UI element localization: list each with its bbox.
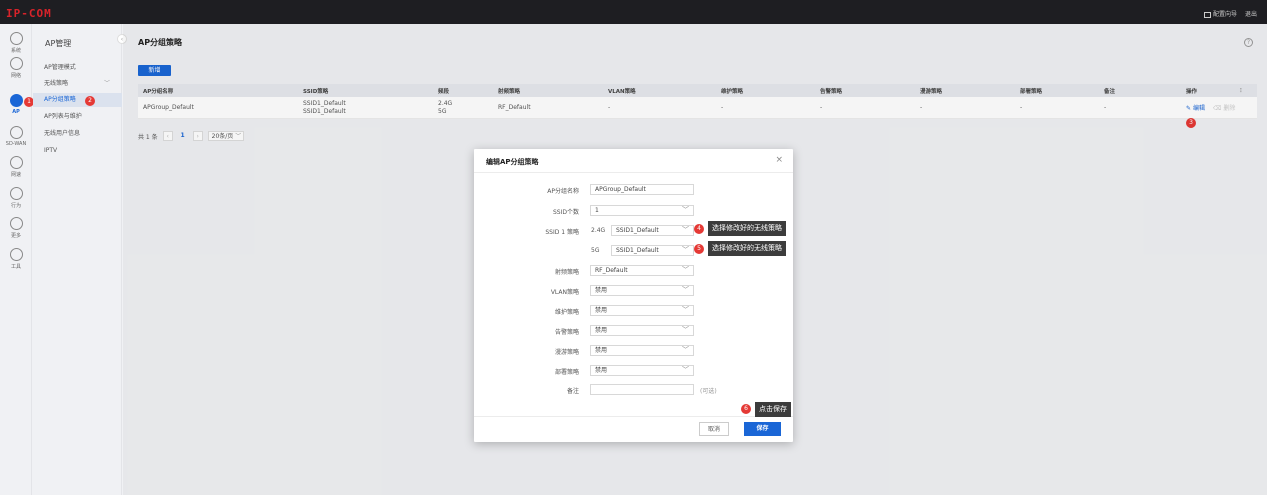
divider: [474, 172, 793, 173]
ssid1-5g-select[interactable]: SSID1_Default ﹀: [611, 245, 694, 256]
select-value: 禁用: [595, 327, 608, 334]
group-name-input[interactable]: APGroup_Default: [590, 184, 694, 195]
top-bar: IP-COM 配置向导 退出: [0, 0, 1267, 24]
rf-policy-select[interactable]: RF_Default ﹀: [590, 265, 694, 276]
nav-label: 工具: [10, 264, 21, 270]
select-value: SSID1_Default: [616, 247, 659, 254]
deploy-policy-select[interactable]: 禁用 ﹀: [590, 365, 694, 376]
nav-item-speed[interactable]: 网速: [0, 156, 32, 178]
step-badge: 4: [694, 224, 704, 234]
wizard-icon: [1203, 11, 1211, 18]
optional-hint: (可选): [700, 388, 717, 395]
dashboard-icon: [9, 32, 23, 45]
nav-item-sdwan[interactable]: SD-WAN: [0, 126, 32, 147]
select-value: 禁用: [595, 347, 608, 354]
step-badge: 2: [85, 96, 95, 106]
alarm-policy-select[interactable]: 禁用 ﹀: [590, 325, 694, 336]
callout-label: 点击保存: [755, 402, 791, 417]
save-button[interactable]: 保存: [744, 422, 781, 436]
subnav-item-wireless-policy[interactable]: 无线策略 ﹀: [33, 77, 122, 91]
top-actions: 配置向导 退出: [1203, 9, 1257, 18]
band-label: 2.4G: [591, 227, 606, 234]
field-label: 漫游策略: [554, 349, 579, 356]
nav-label: 行为: [10, 203, 21, 209]
subnav-item-ap-group-policy[interactable]: AP分组策略: [33, 93, 122, 107]
note-input[interactable]: [590, 384, 694, 395]
dialog-title: 编辑AP分组策略: [486, 158, 539, 166]
nav-item-network[interactable]: 网络: [0, 57, 32, 79]
chevron-down-icon: ﹀: [682, 326, 689, 334]
select-value: 禁用: [595, 287, 608, 294]
ap-icon: [9, 94, 23, 107]
chevron-down-icon: ﹀: [682, 306, 689, 314]
divider: [474, 416, 793, 417]
ssid-count-select[interactable]: 1 ﹀: [590, 205, 694, 216]
nav-label: 网速: [10, 172, 21, 178]
vlan-policy-select[interactable]: 禁用 ﹀: [590, 285, 694, 296]
subnav-item-iptv[interactable]: IPTV: [33, 144, 122, 158]
close-icon[interactable]: ×: [775, 155, 783, 165]
chevron-down-icon: ﹀: [103, 80, 110, 87]
subnav-item-label: 无线策略: [44, 80, 69, 87]
chevron-down-icon: ﹀: [682, 366, 689, 374]
more-icon: [9, 217, 23, 230]
select-value: 禁用: [595, 307, 608, 314]
nav-label: 更多: [10, 233, 21, 239]
network-icon: [9, 57, 23, 70]
select-value: RF_Default: [595, 267, 628, 274]
subnav-item-wireless-users[interactable]: 无线用户信息: [33, 127, 122, 141]
subnav-item-label: AP分组策略: [44, 96, 76, 103]
subnav-item-ap-mode[interactable]: AP管理模式: [33, 61, 122, 75]
config-wizard-link[interactable]: 配置向导: [1203, 9, 1237, 18]
chevron-down-icon: ﹀: [682, 246, 689, 254]
nav-item-more[interactable]: 更多: [0, 217, 32, 239]
select-value: 禁用: [595, 367, 608, 374]
nav-item-tools[interactable]: 工具: [0, 248, 32, 270]
ssid1-24g-select[interactable]: SSID1_Default ﹀: [611, 225, 694, 236]
logout-link[interactable]: 退出: [1245, 9, 1257, 18]
field-label: 部署策略: [554, 369, 579, 376]
field-label: SSID个数: [552, 209, 579, 216]
field-label: 备注: [566, 388, 579, 395]
step-badge: 5: [694, 244, 704, 254]
field-label: VLAN策略: [550, 289, 579, 296]
sdwan-icon: [9, 126, 23, 139]
secondary-nav: AP管理 ‹ AP管理模式 无线策略 ﹀ AP分组策略 AP列表与维护 无线用户信…: [33, 24, 127, 495]
field-label: 告警策略: [554, 329, 579, 336]
callout-label: 选择修改好的无线策略: [708, 241, 786, 256]
callout-label: 选择修改好的无线策略: [708, 221, 786, 236]
field-label: 射频策略: [554, 269, 579, 276]
nav-item-behavior[interactable]: 行为: [0, 187, 32, 209]
nav-label: AP: [12, 109, 20, 115]
subnav-item-ap-list[interactable]: AP列表与维护: [33, 110, 122, 124]
band-label: 5G: [591, 247, 600, 254]
select-value: SSID1_Default: [616, 227, 659, 234]
chevron-down-icon: ﹀: [682, 346, 689, 354]
maint-policy-select[interactable]: 禁用 ﹀: [590, 305, 694, 316]
nav-label: SD-WAN: [5, 141, 27, 147]
brand-logo: IP-COM: [6, 7, 52, 20]
nav-label: 网络: [10, 73, 21, 79]
cancel-button[interactable]: 取消: [699, 422, 729, 436]
roam-policy-select[interactable]: 禁用 ﹀: [590, 345, 694, 356]
step-badge: 6: [741, 404, 751, 414]
chevron-down-icon: ﹀: [682, 206, 689, 214]
select-value: 1: [595, 207, 599, 214]
chevron-down-icon: ﹀: [682, 286, 689, 294]
field-label: 维护策略: [554, 309, 579, 316]
chevron-down-icon: ﹀: [682, 266, 689, 274]
nav-item-system[interactable]: 系统: [0, 32, 32, 54]
subnav-title: AP管理: [45, 39, 72, 48]
behavior-icon: [9, 187, 23, 200]
nav-label: 系统: [10, 48, 21, 54]
field-label: SSID 1 策略: [545, 229, 579, 236]
config-wizard-label: 配置向导: [1212, 11, 1237, 18]
field-label: AP分组名称: [547, 188, 579, 195]
tools-icon: [9, 248, 23, 261]
primary-nav: 系统 网络 AP SD-WAN 网速 行为 更多 工具: [0, 24, 32, 495]
speed-icon: [9, 156, 23, 169]
chevron-down-icon: ﹀: [682, 226, 689, 234]
edit-ap-group-dialog: 编辑AP分组策略 × AP分组名称 APGroup_Default SSID个数…: [474, 149, 793, 442]
